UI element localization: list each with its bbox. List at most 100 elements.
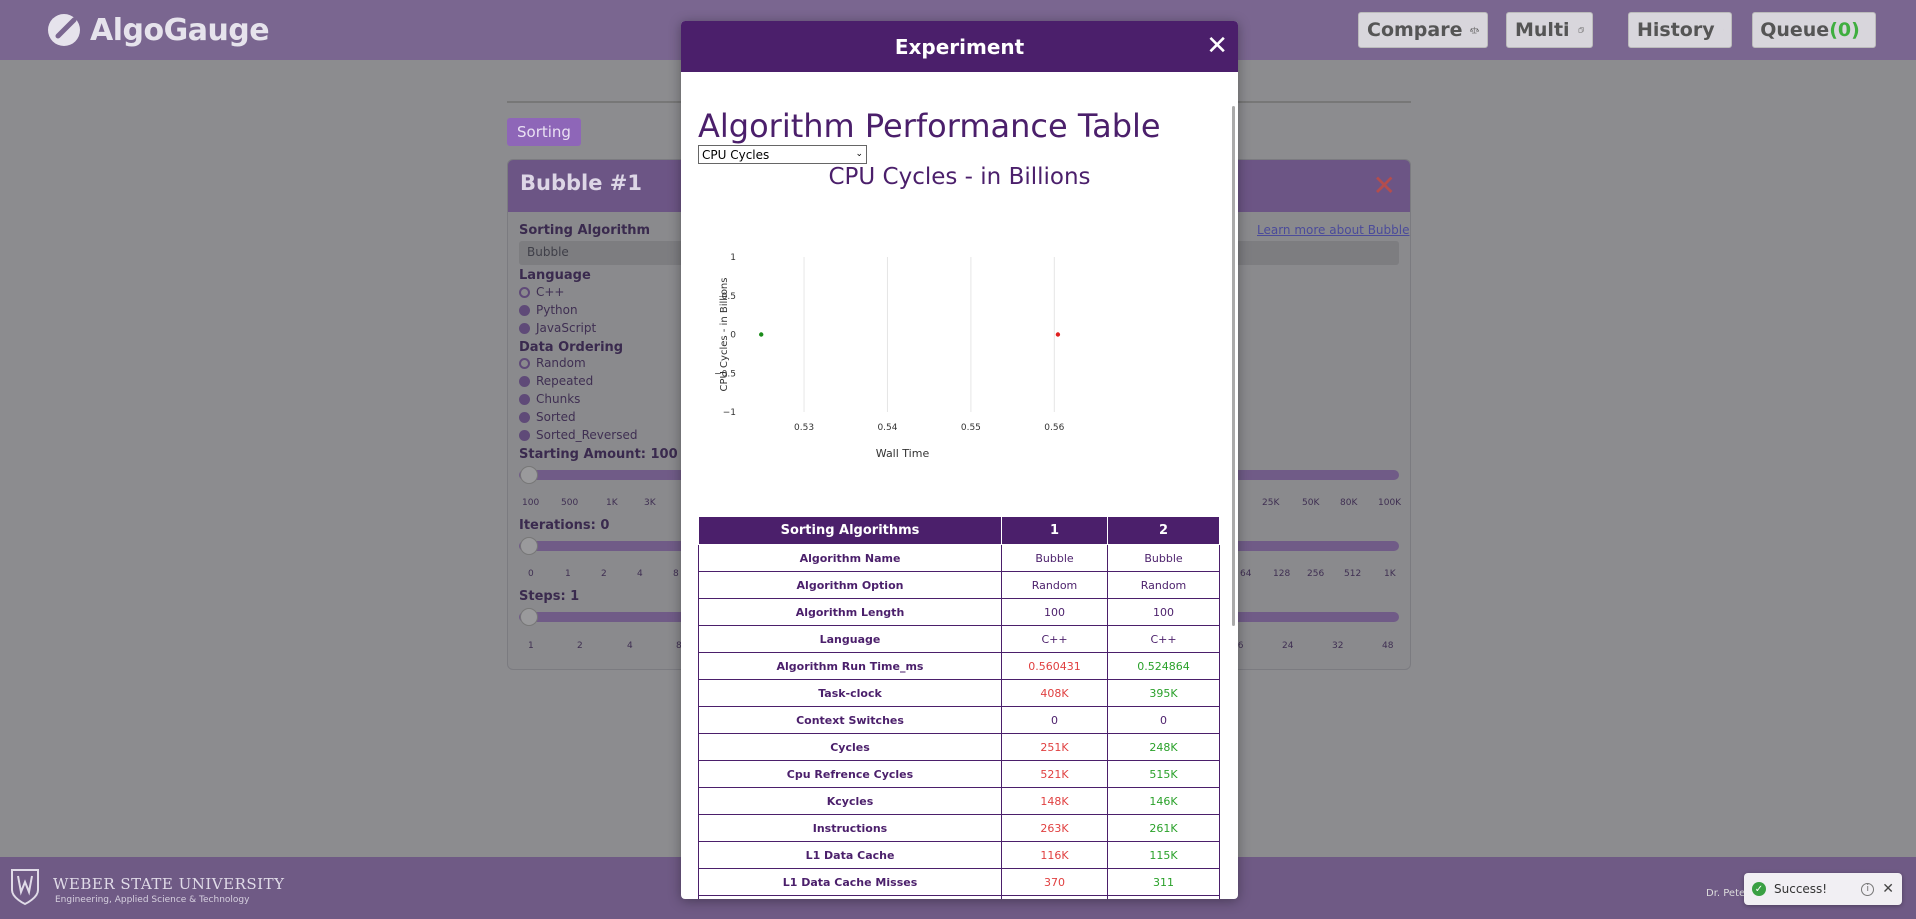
radio-repeated-label: Repeated: [536, 374, 594, 388]
table-row: Language C++ C++: [698, 625, 1220, 653]
cell-value-2: Random: [1107, 571, 1220, 599]
wsu-shield-icon: [11, 869, 39, 906]
tick: 3K: [644, 498, 656, 508]
y-axis-label: CPU Cycles - in Billions: [719, 278, 730, 392]
table-row: Task-clock 408K 395K: [698, 679, 1220, 707]
x-tick-label: 0.53: [794, 423, 814, 433]
tick: 4: [627, 641, 633, 651]
close-icon[interactable]: ✕: [1882, 881, 1894, 897]
page-title: Algorithm Performance Table: [698, 107, 1161, 145]
table-row: Kcycles 148K 146K: [698, 787, 1220, 815]
row-label: Algorithm Name: [698, 544, 1002, 572]
queue-button[interactable]: Queue(0): [1752, 12, 1876, 48]
row-label: Kcycles: [698, 787, 1002, 815]
college-name: Engineering, Applied Science & Technolog…: [55, 895, 250, 905]
table-row: Cpu Refrence Cycles 521K 515K: [698, 760, 1220, 788]
radio-sorted[interactable]: [519, 412, 530, 423]
metric-select-value: CPU Cycles: [702, 147, 770, 162]
cell-value-1: 408K: [1001, 679, 1108, 707]
close-icon[interactable]: ✕: [1206, 33, 1228, 59]
history-button[interactable]: History: [1628, 12, 1732, 48]
radio-repeated[interactable]: [519, 376, 530, 387]
row-label: Algorithm Run Time_ms: [698, 652, 1002, 680]
table-row: Context Switches 0 0: [698, 706, 1220, 734]
cell-value-1: C++: [1001, 625, 1108, 653]
tick: 2: [577, 641, 583, 651]
tick: 1K: [1384, 569, 1396, 579]
row-label: Task-clock: [698, 679, 1002, 707]
learn-more-link[interactable]: Learn more about Bubble: [1257, 223, 1409, 237]
cell-value-2: 115K: [1107, 841, 1220, 869]
radio-random[interactable]: [519, 358, 530, 369]
row-label: Instructions: [698, 814, 1002, 842]
cell-value-2: 146K: [1107, 787, 1220, 815]
radio-cpp[interactable]: [519, 287, 530, 298]
table-row: Algorithm Option Random Random: [698, 571, 1220, 599]
cell-value-2: 311: [1107, 868, 1220, 896]
tick: 0: [528, 569, 534, 579]
success-toast: ✓ Success! i ✕: [1744, 873, 1902, 905]
info-icon[interactable]: i: [1861, 882, 1875, 896]
radio-python[interactable]: [519, 305, 530, 316]
tick: 25K: [1262, 498, 1280, 508]
app-logo[interactable]: AlgoGauge: [44, 12, 270, 48]
y-tick-label: −1: [723, 408, 736, 418]
cell-value-1: 0.560431: [1001, 652, 1108, 680]
steps-thumb[interactable]: [520, 608, 538, 626]
iterations-thumb[interactable]: [520, 537, 538, 555]
cell-value-1: 116K: [1001, 841, 1108, 869]
modal-header: Experiment ✕: [681, 21, 1238, 72]
tick: 2: [601, 569, 607, 579]
cell-value-1: 370: [1001, 868, 1108, 896]
cell-value-2: 0: [1107, 706, 1220, 734]
tick: 100K: [1378, 498, 1402, 508]
tick: 1: [565, 569, 571, 579]
modal-body: Algorithm Performance Table CPU Cycles ⌄…: [681, 72, 1238, 899]
radio-javascript[interactable]: [519, 323, 530, 334]
tick: 48: [1382, 641, 1394, 651]
multi-button[interactable]: Multi: [1506, 12, 1593, 48]
tick: 32: [1332, 641, 1344, 651]
cell-value-1: Bubble: [1001, 544, 1108, 572]
row-label: Context Switches: [698, 706, 1002, 734]
card-close-icon[interactable]: ✕: [1373, 172, 1396, 200]
starting-amount-thumb[interactable]: [520, 466, 538, 484]
cell-value-2: 0: [1107, 895, 1220, 899]
x-axis-label: Wall Time: [876, 447, 930, 460]
performance-table: Sorting Algorithms 1 2 Algorithm Name Bub…: [698, 516, 1220, 899]
copy-icon: [1578, 27, 1584, 33]
row-label: Cpu Refrence Cycles: [698, 760, 1002, 788]
table-header: 1: [1001, 516, 1108, 545]
logo-text: AlgoGauge: [90, 12, 270, 48]
category-badge[interactable]: Sorting: [507, 118, 581, 146]
cell-value-1: 251K: [1001, 733, 1108, 761]
x-tick-label: 0.55: [961, 423, 981, 433]
scatter-chart: 0.53 0.54 0.55 0.56 1 0.5 0 −0.5 −1 Wall Time CPU …: [701, 242, 1121, 502]
row-label: Algorithm Length: [698, 598, 1002, 626]
radio-chunks-label: Chunks: [536, 392, 581, 406]
tick: 8: [673, 569, 679, 579]
table-row: L1 Data Cache 116K 115K: [698, 841, 1220, 869]
tick: 4: [637, 569, 643, 579]
radio-chunks[interactable]: [519, 394, 530, 405]
sorting-algorithm-label: Sorting Algorithm: [519, 223, 651, 238]
experiment-modal: Experiment ✕ Algorithm Performance Table…: [681, 21, 1238, 899]
radio-cpp-label: C++: [536, 285, 565, 299]
data-ordering-label: Data Ordering: [519, 340, 624, 355]
row-label: L1 Instruction Misses: [698, 895, 1002, 899]
cell-value-2: C++: [1107, 625, 1220, 653]
radio-javascript-label: JavaScript: [536, 321, 597, 335]
row-label: L1 Data Cache Misses: [698, 868, 1002, 896]
compare-button[interactable]: Compare: [1358, 12, 1488, 48]
cell-value-2: 248K: [1107, 733, 1220, 761]
table-row: Cycles 251K 248K: [698, 733, 1220, 761]
table-row: Algorithm Name Bubble Bubble: [698, 544, 1220, 572]
iterations-label: Iterations: 0: [519, 518, 610, 533]
radio-sorted-reversed[interactable]: [519, 430, 530, 441]
cell-value-1: 0: [1001, 706, 1108, 734]
cell-value-2: 515K: [1107, 760, 1220, 788]
y-tick-label: 1: [730, 253, 736, 263]
radio-sorted-reversed-label: Sorted_Reversed: [536, 428, 638, 442]
metric-select[interactable]: CPU Cycles ⌄: [698, 145, 867, 164]
modal-scrollbar[interactable]: [1232, 106, 1235, 626]
